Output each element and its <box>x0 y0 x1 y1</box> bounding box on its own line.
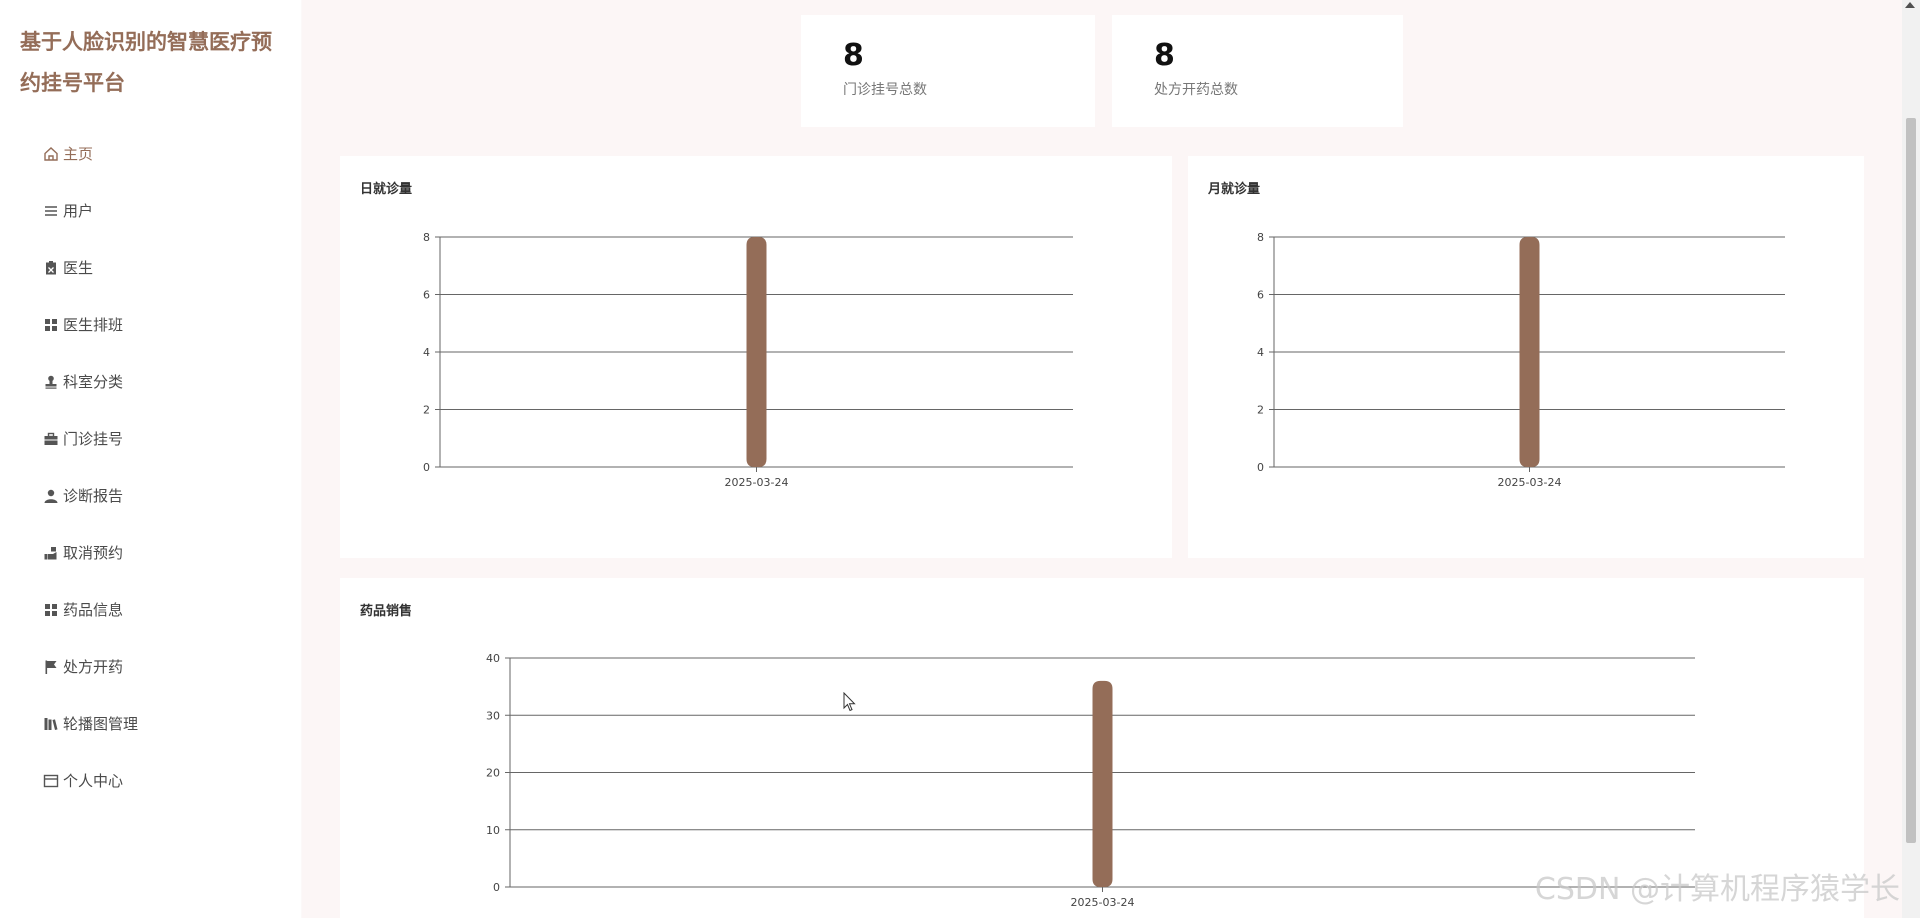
y-tick-label: 6 <box>423 289 430 302</box>
y-tick-label: 2 <box>1257 404 1264 417</box>
list-icon <box>43 203 59 219</box>
y-tick-label: 0 <box>1257 461 1264 474</box>
sidebar-item-label: 用户 <box>63 202 94 220</box>
x-tick-label: 2025-03-24 <box>1498 476 1562 489</box>
bar <box>1519 237 1540 467</box>
sidebar-item-label: 医生 <box>63 259 94 277</box>
grid-icon <box>43 317 59 333</box>
sidebar-item-label: 药品信息 <box>63 601 124 619</box>
stat-value: 8 <box>843 38 864 73</box>
sidebar-item-doctor-schedule[interactable]: 医生排班 <box>0 296 301 353</box>
mouse-cursor-icon <box>843 692 856 712</box>
sidebar-item-diagnosis-report[interactable]: 诊断报告 <box>0 467 301 524</box>
stat-value: 8 <box>1154 38 1175 73</box>
bar <box>1092 680 1113 887</box>
library-icon <box>43 716 59 732</box>
watermark: CSDN @计算机程序猿学长 <box>1534 872 1900 907</box>
sidebar-item-label: 科室分类 <box>63 373 124 391</box>
y-tick-label: 4 <box>1257 346 1264 359</box>
x-tick-label: 2025-03-24 <box>725 476 789 489</box>
scroll-up-arrow-icon[interactable] <box>1905 2 1915 8</box>
sidebar-item-carousel[interactable]: 轮播图管理 <box>0 695 301 752</box>
hand-icon <box>43 545 59 561</box>
sidebar-item-label: 主页 <box>63 145 94 163</box>
chart-panel-monthly-visits: 月就诊量 0 2 4 6 8 2025-03-24 <box>1188 156 1864 558</box>
sidebar-item-label: 处方开药 <box>63 658 124 676</box>
sidebar-item-departments[interactable]: 科室分类 <box>0 353 301 410</box>
y-tick-label: 20 <box>486 767 500 780</box>
y-tick-label: 8 <box>1257 231 1264 244</box>
chart-monthly-visits: 0 2 4 6 8 2025-03-24 <box>1257 231 1785 489</box>
sidebar-item-label: 医生排班 <box>63 316 124 334</box>
x-tick-label: 2025-03-24 <box>1071 896 1135 909</box>
sidebar-item-cancel-appointment[interactable]: 取消预约 <box>0 524 301 581</box>
sidebar-item-doctors[interactable]: 医生 <box>0 239 301 296</box>
flag-icon <box>43 659 59 675</box>
sidebar-menu: 主页 用户 医生 医生排班 科室分类 门诊挂号 诊断报告 取消预约 药品信息 处… <box>0 125 301 809</box>
sidebar-item-label: 门诊挂号 <box>63 430 124 448</box>
sidebar-item-home[interactable]: 主页 <box>0 125 301 182</box>
chart-daily-visits: 0 2 4 6 8 2025-03-24 <box>423 231 1073 489</box>
user-icon <box>43 488 59 504</box>
y-tick-label: 4 <box>423 346 430 359</box>
chart-panel-daily-visits: 日就诊量 0 2 4 6 8 2025-03-24 <box>340 156 1172 558</box>
main-content: 8 门诊挂号总数 8 处方开药总数 日就诊量 0 2 4 6 8 2025-03-24 月… <box>302 0 1902 918</box>
y-tick-label: 2 <box>423 404 430 417</box>
sidebar-item-label: 轮播图管理 <box>63 715 139 733</box>
grid-icon <box>43 602 59 618</box>
stat-label: 处方开药总数 <box>1154 82 1238 98</box>
brand-title: 基于人脸识别的智慧医疗预约挂号平台 <box>20 30 272 95</box>
sidebar-item-users[interactable]: 用户 <box>0 182 301 239</box>
y-tick-label: 0 <box>423 461 430 474</box>
y-tick-label: 6 <box>1257 289 1264 302</box>
window-icon <box>43 773 59 789</box>
briefcase-icon <box>43 431 59 447</box>
home-icon <box>43 146 59 162</box>
sidebar-item-profile[interactable]: 个人中心 <box>0 752 301 809</box>
sidebar: 基于人脸识别的智慧医疗预约挂号平台 主页 用户 医生 医生排班 科室分类 门诊挂… <box>0 0 301 918</box>
stat-card-prescriptions: 8 处方开药总数 <box>1112 15 1403 127</box>
sidebar-item-label: 个人中心 <box>63 772 124 790</box>
y-tick-label: 10 <box>486 824 500 837</box>
y-tick-label: 0 <box>493 881 500 894</box>
sidebar-item-prescription[interactable]: 处方开药 <box>0 638 301 695</box>
sidebar-item-drug-info[interactable]: 药品信息 <box>0 581 301 638</box>
stat-label: 门诊挂号总数 <box>843 82 927 98</box>
sidebar-item-label: 取消预约 <box>63 544 124 562</box>
app-root: 基于人脸识别的智慧医疗预约挂号平台 主页 用户 医生 医生排班 科室分类 门诊挂… <box>0 0 1920 918</box>
stat-card-registrations: 8 门诊挂号总数 <box>801 15 1095 127</box>
sidebar-item-label: 诊断报告 <box>63 487 124 505</box>
y-tick-label: 40 <box>486 652 500 665</box>
clipboard-icon <box>43 260 59 276</box>
sidebar-item-registration[interactable]: 门诊挂号 <box>0 410 301 467</box>
y-tick-label: 30 <box>486 709 500 722</box>
stamp-icon <box>43 374 59 390</box>
scrollbar-thumb[interactable] <box>1906 118 1916 843</box>
bar <box>746 237 767 467</box>
y-tick-label: 8 <box>423 231 430 244</box>
